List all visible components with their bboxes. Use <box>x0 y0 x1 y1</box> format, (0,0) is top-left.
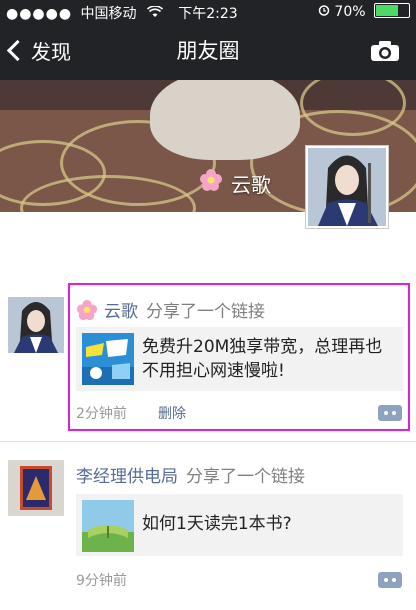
link-title: 如何1天读完1本书? <box>142 514 292 534</box>
link-thumbnail <box>82 500 134 552</box>
highlight-box <box>68 283 410 431</box>
shared-link[interactable]: 如何1天读完1本书? <box>76 494 403 556</box>
post-action: 分享了一个链接 <box>186 467 305 487</box>
status-bar: ●●●●● 中国移动 下午2:23 70% <box>0 0 416 22</box>
avatar[interactable] <box>8 460 64 516</box>
status-right: 70% <box>318 3 410 20</box>
top-bar: ●●●●● 中国移动 下午2:23 70% 发现 朋友圈 <box>0 0 416 80</box>
page-title: 朋友圈 <box>176 39 240 63</box>
comment-icon[interactable] <box>378 572 402 588</box>
flower-icon <box>199 168 223 197</box>
avatar[interactable] <box>8 297 64 353</box>
alarm-icon <box>318 4 334 20</box>
profile-name[interactable]: 云歌 <box>199 168 271 198</box>
battery-icon <box>374 3 410 18</box>
post-author-line: 李经理供电局 分享了一个链接 <box>76 462 305 487</box>
avatar <box>308 148 386 226</box>
profile-avatar[interactable] <box>305 145 389 229</box>
divider <box>0 441 416 442</box>
post-time: 9分钟前 <box>76 573 127 589</box>
camera-icon[interactable] <box>370 40 400 62</box>
profile-name-label: 云歌 <box>231 173 271 197</box>
feed-post: 李经理供电局 分享了一个链接 如何1天读完1本书? 9分钟前 <box>0 450 416 610</box>
cover-cat <box>150 80 300 160</box>
battery-percent: 70% <box>334 4 366 20</box>
post-author[interactable]: 李经理供电局 <box>76 467 178 487</box>
